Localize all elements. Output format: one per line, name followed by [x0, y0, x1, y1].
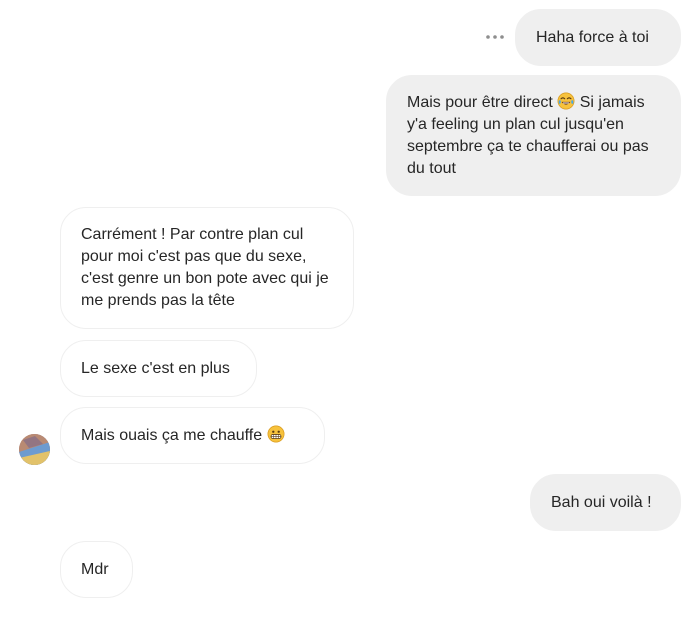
- message-bubble-received[interactable]: Mdr: [60, 541, 133, 598]
- message-text: Haha force à toi: [536, 28, 649, 46]
- message-bubble-sent[interactable]: Haha force à toi: [515, 9, 681, 66]
- message-bubble-received[interactable]: Mais ouais ça me chauffe: [60, 407, 325, 464]
- message-text: Le sexe c'est en plus: [81, 359, 230, 377]
- grimacing-grin-emoji-icon: [267, 425, 285, 442]
- message-text: Carrément ! Par contre plan cul pour moi…: [81, 226, 329, 309]
- avatar-image-icon: [19, 434, 50, 465]
- contact-avatar[interactable]: [19, 434, 50, 465]
- message-bubble-received[interactable]: Carrément ! Par contre plan cul pour moi…: [60, 207, 354, 329]
- message-text-part: Mais pour être direct: [407, 93, 558, 111]
- more-options-icon[interactable]: [485, 33, 505, 41]
- message-text: Mdr: [81, 560, 109, 578]
- message-text: Mais pour être direct Si jamais y'a feel…: [407, 92, 660, 180]
- message-text: Mais ouais ça me chauffe: [81, 425, 285, 447]
- message-text: Bah oui voilà !: [551, 493, 652, 511]
- message-bubble-sent[interactable]: Mais pour être direct Si jamais y'a feel…: [386, 75, 681, 196]
- message-bubble-received[interactable]: Le sexe c'est en plus: [60, 340, 257, 397]
- message-bubble-sent[interactable]: Bah oui voilà !: [530, 474, 681, 531]
- message-text-part: Mais ouais ça me chauffe: [81, 426, 267, 444]
- tears-of-joy-emoji-icon: [557, 92, 575, 109]
